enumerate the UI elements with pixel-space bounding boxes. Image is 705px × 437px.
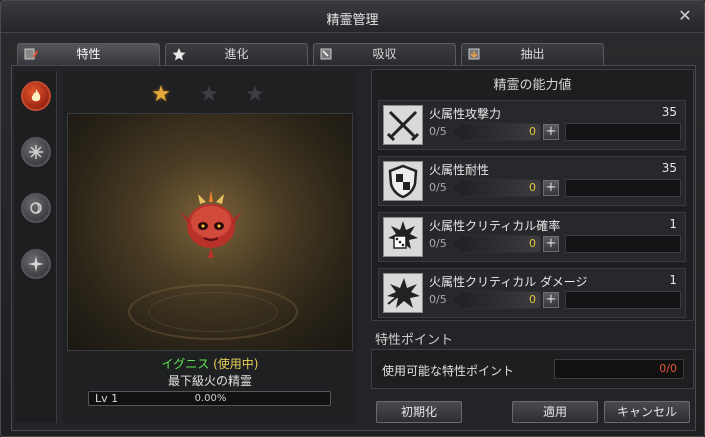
apply-button[interactable]: 適用 xyxy=(512,401,598,423)
tab-label: 抽出 xyxy=(520,47,545,61)
element-selector xyxy=(15,71,57,423)
close-icon[interactable]: ✕ xyxy=(676,7,694,25)
sparkle-icon xyxy=(28,256,44,272)
stat-bar xyxy=(565,291,681,309)
spirit-status: (使用中) xyxy=(213,357,259,371)
stat-allocated-points: 0 xyxy=(529,293,536,306)
stat-count: 0/5 xyxy=(429,125,447,138)
swirl-icon xyxy=(30,202,42,214)
fire-spirit-image xyxy=(180,190,242,258)
stat-row-fire-resist: 火属性耐性 35 0/5 0 + xyxy=(378,156,686,206)
star-icon: ★ xyxy=(199,82,219,107)
add-point-button[interactable]: + xyxy=(543,236,559,252)
stat-row-fire-attack: 火属性攻撃力 35 0/5 0 + xyxy=(378,100,686,150)
stat-input-track xyxy=(453,179,541,197)
stat-allocated-points: 0 xyxy=(529,181,536,194)
star-icon: ★ xyxy=(245,82,265,107)
tab-label: 進化 xyxy=(224,47,249,61)
tab-absorb[interactable]: 吸収 xyxy=(313,43,456,65)
traits-tab-icon xyxy=(24,48,38,60)
stat-row-fire-crit-damage: 火属性クリティカル ダメージ 1 0/5 0 + xyxy=(378,268,686,318)
available-points-value: 0/0 xyxy=(554,359,684,379)
tab-label: 吸収 xyxy=(372,47,397,61)
level-progress-bar: Lv 1 0.00% xyxy=(88,391,331,406)
stat-bar xyxy=(565,179,681,197)
reset-button[interactable]: 初期化 xyxy=(376,401,462,423)
crossed-swords-icon xyxy=(383,105,423,145)
tab-traits[interactable]: 特性 xyxy=(17,43,160,66)
cancel-button[interactable]: キャンセル xyxy=(604,401,690,423)
spirit-name: イグニス xyxy=(161,357,210,371)
spirit-stats-panel: 精霊の能力値 火属性攻撃力 35 0/5 0 + 火属性耐性 35 0/5 0 … xyxy=(371,69,694,321)
spirit-portrait-panel: ★ ★ ★ イグニス (使用中) 最下級火の精霊 Lv 1 0.00% xyxy=(63,71,357,423)
tab-extract[interactable]: 抽出 xyxy=(461,43,604,65)
spirit-name-line: イグニス (使用中) xyxy=(63,355,357,372)
stat-input-track xyxy=(453,235,541,253)
stat-bar xyxy=(565,123,681,141)
snowflake-icon xyxy=(29,145,43,159)
stat-name: 火属性クリティカル確率 xyxy=(429,219,561,233)
available-points-label: 使用可能な特性ポイント xyxy=(382,364,515,378)
burst-icon xyxy=(383,273,423,313)
stat-name: 火属性クリティカル ダメージ xyxy=(429,275,588,289)
extract-tab-icon xyxy=(468,48,480,60)
stat-value: 35 xyxy=(661,161,677,175)
add-point-button[interactable]: + xyxy=(543,292,559,308)
absorb-tab-icon xyxy=(320,48,332,60)
stat-value: 35 xyxy=(661,105,677,119)
spirit-viewport xyxy=(67,113,353,351)
stat-input-track xyxy=(453,123,541,141)
ice-element-button[interactable] xyxy=(21,137,51,167)
stats-heading: 精霊の能力値 xyxy=(493,78,572,93)
stat-name: 火属性耐性 xyxy=(429,163,490,177)
tab-label: 特性 xyxy=(76,47,101,61)
spirit-management-window: 精霊管理 ✕ 特性 進化 吸収 抽出 ★ ★ ★ イグニス (使用中) 最下級火… xyxy=(0,0,705,437)
stat-row-fire-crit-rate: 火属性クリティカル確率 1 0/5 0 + xyxy=(378,212,686,262)
window-title: 精霊管理 xyxy=(326,13,379,28)
add-point-button[interactable]: + xyxy=(543,180,559,196)
add-point-button[interactable]: + xyxy=(543,124,559,140)
stat-input-track xyxy=(453,291,541,309)
stat-name: 火属性攻撃力 xyxy=(429,107,502,121)
spirit-rank: 最下級火の精霊 xyxy=(167,374,252,388)
title-bar: 精霊管理 ✕ xyxy=(1,1,704,33)
stat-value: 1 xyxy=(669,217,677,231)
stat-count: 0/5 xyxy=(429,237,447,250)
star-rating: ★ ★ ★ xyxy=(63,83,357,107)
dice-icon xyxy=(383,217,423,257)
tab-evolution[interactable]: 進化 xyxy=(165,43,308,65)
trait-points-box: 使用可能な特性ポイント 0/0 xyxy=(371,349,694,389)
stat-count: 0/5 xyxy=(429,181,447,194)
stat-count: 0/5 xyxy=(429,293,447,306)
wind-element-button[interactable] xyxy=(21,193,51,223)
star-icon: ★ xyxy=(151,82,171,107)
stat-allocated-points: 0 xyxy=(529,237,536,250)
magic-circle-inner xyxy=(148,292,278,332)
light-element-button[interactable] xyxy=(21,249,51,279)
shield-icon xyxy=(383,161,423,201)
stat-value: 1 xyxy=(669,273,677,287)
exp-percent: 0.00% xyxy=(194,393,227,404)
fire-icon xyxy=(31,89,41,102)
fire-element-button[interactable] xyxy=(21,81,51,111)
trait-points-heading: 特性ポイント xyxy=(375,333,454,348)
stat-bar xyxy=(565,235,681,253)
stat-allocated-points: 0 xyxy=(529,125,536,138)
star-tab-icon xyxy=(172,48,186,61)
